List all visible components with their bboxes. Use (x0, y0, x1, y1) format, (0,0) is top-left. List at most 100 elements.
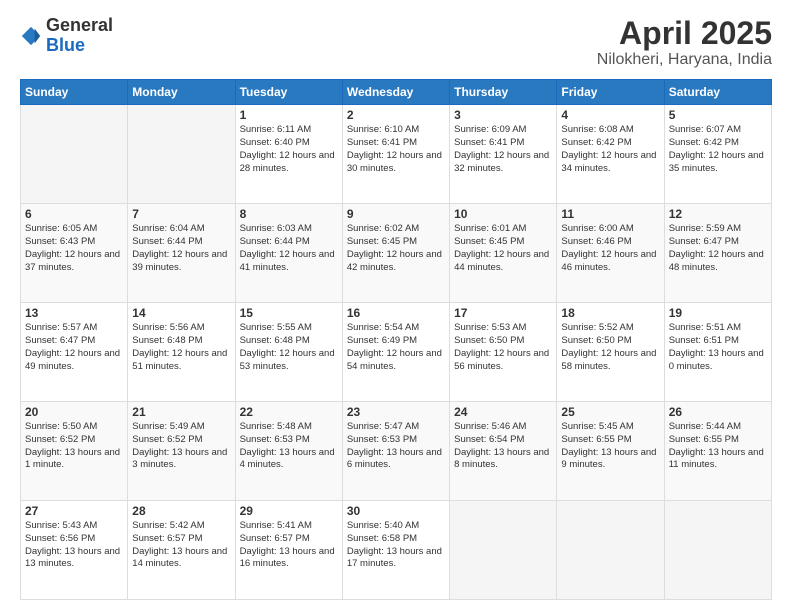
day-info: Sunrise: 6:11 AM Sunset: 6:40 PM Dayligh… (240, 124, 338, 175)
calendar-week-4: 20 Sunrise: 5:50 AM Sunset: 6:52 PM Dayli… (21, 402, 772, 501)
day-number: 11 (561, 207, 659, 221)
day-info: Sunrise: 5:54 AM Sunset: 6:49 PM Dayligh… (347, 322, 445, 373)
day-number: 9 (347, 207, 445, 221)
table-row: 15Sunrise: 5:55 AM Sunset: 6:48 PM Dayli… (235, 303, 342, 402)
day-info: Sunrise: 5:44 AM Sunset: 6:55 PM Dayligh… (669, 421, 767, 472)
table-row: 22 Sunrise: 5:48 AM Sunset: 6:53 PM Dayli… (235, 402, 342, 501)
calendar-header-row: Sunday Monday Tuesday Wednesday Thursday… (21, 80, 772, 105)
day-number: 15 (240, 306, 338, 320)
day-number: 30 (347, 504, 445, 518)
day-info: Sunrise: 6:00 AM Sunset: 6:46 PM Dayligh… (561, 223, 659, 274)
table-row: 25 Sunrise: 5:45 AM Sunset: 6:55 PM Dayli… (557, 402, 664, 501)
table-row: 7 Sunrise: 6:04 AM Sunset: 6:44 PM Daylig… (128, 204, 235, 303)
day-info: Sunrise: 5:47 AM Sunset: 6:53 PM Dayligh… (347, 421, 445, 472)
day-number: 4 (561, 108, 659, 122)
table-row (450, 501, 557, 600)
table-row: 20 Sunrise: 5:50 AM Sunset: 6:52 PM Dayli… (21, 402, 128, 501)
day-info: Sunrise: 6:04 AM Sunset: 6:44 PM Dayligh… (132, 223, 230, 274)
table-row: 29 Sunrise: 5:41 AM Sunset: 6:57 PM Dayli… (235, 501, 342, 600)
day-number: 12 (669, 207, 767, 221)
day-number: 27 (25, 504, 123, 518)
table-row: 11 Sunrise: 6:00 AM Sunset: 6:46 PM Dayli… (557, 204, 664, 303)
day-info: Sunrise: 5:40 AM Sunset: 6:58 PM Dayligh… (347, 520, 445, 571)
day-info: Sunrise: 5:42 AM Sunset: 6:57 PM Dayligh… (132, 520, 230, 571)
day-info: Sunrise: 5:57 AM Sunset: 6:47 PM Dayligh… (25, 322, 123, 373)
day-info: Sunrise: 5:41 AM Sunset: 6:57 PM Dayligh… (240, 520, 338, 571)
table-row (664, 501, 771, 600)
day-info: Sunrise: 5:49 AM Sunset: 6:52 PM Dayligh… (132, 421, 230, 472)
calendar-table: Sunday Monday Tuesday Wednesday Thursday… (20, 79, 772, 600)
logo-general-text: General (46, 15, 113, 35)
table-row: 14Sunrise: 5:56 AM Sunset: 6:48 PM Dayli… (128, 303, 235, 402)
day-number: 21 (132, 405, 230, 419)
table-row: 18 Sunrise: 5:52 AM Sunset: 6:50 PM Dayli… (557, 303, 664, 402)
table-row: 16 Sunrise: 5:54 AM Sunset: 6:49 PM Dayli… (342, 303, 449, 402)
day-info: Sunrise: 5:46 AM Sunset: 6:54 PM Dayligh… (454, 421, 552, 472)
day-number: 6 (25, 207, 123, 221)
day-info: Sunrise: 5:43 AM Sunset: 6:56 PM Dayligh… (25, 520, 123, 571)
day-number: 22 (240, 405, 338, 419)
day-number: 23 (347, 405, 445, 419)
day-info: Sunrise: 5:59 AM Sunset: 6:47 PM Dayligh… (669, 223, 767, 274)
table-row: 3 Sunrise: 6:09 AM Sunset: 6:41 PM Daylig… (450, 105, 557, 204)
day-info: Sunrise: 5:45 AM Sunset: 6:55 PM Dayligh… (561, 421, 659, 472)
table-row: 30 Sunrise: 5:40 AM Sunset: 6:58 PM Dayli… (342, 501, 449, 600)
day-number: 18 (561, 306, 659, 320)
table-row (128, 105, 235, 204)
table-row: 1 Sunrise: 6:11 AM Sunset: 6:40 PM Daylig… (235, 105, 342, 204)
logo-icon (20, 25, 42, 47)
day-number: 1 (240, 108, 338, 122)
day-number: 10 (454, 207, 552, 221)
table-row: 21 Sunrise: 5:49 AM Sunset: 6:52 PM Dayli… (128, 402, 235, 501)
table-row: 23 Sunrise: 5:47 AM Sunset: 6:53 PM Dayli… (342, 402, 449, 501)
day-info: Sunrise: 6:05 AM Sunset: 6:43 PM Dayligh… (25, 223, 123, 274)
title-block: April 2025 Nilokheri, Haryana, India (597, 16, 772, 69)
day-info: Sunrise: 5:52 AM Sunset: 6:50 PM Dayligh… (561, 322, 659, 373)
table-row: 4Sunrise: 6:08 AM Sunset: 6:42 PM Daylig… (557, 105, 664, 204)
col-thursday: Thursday (450, 80, 557, 105)
day-number: 16 (347, 306, 445, 320)
day-number: 24 (454, 405, 552, 419)
day-info: Sunrise: 5:48 AM Sunset: 6:53 PM Dayligh… (240, 421, 338, 472)
day-info: Sunrise: 6:03 AM Sunset: 6:44 PM Dayligh… (240, 223, 338, 274)
day-info: Sunrise: 6:10 AM Sunset: 6:41 PM Dayligh… (347, 124, 445, 175)
logo: General Blue (20, 16, 113, 56)
col-sunday: Sunday (21, 80, 128, 105)
table-row: 2 Sunrise: 6:10 AM Sunset: 6:41 PM Daylig… (342, 105, 449, 204)
table-row: 10Sunrise: 6:01 AM Sunset: 6:45 PM Dayli… (450, 204, 557, 303)
day-number: 28 (132, 504, 230, 518)
table-row: 13 Sunrise: 5:57 AM Sunset: 6:47 PM Dayli… (21, 303, 128, 402)
day-number: 3 (454, 108, 552, 122)
calendar-week-1: 1 Sunrise: 6:11 AM Sunset: 6:40 PM Daylig… (21, 105, 772, 204)
day-info: Sunrise: 5:53 AM Sunset: 6:50 PM Dayligh… (454, 322, 552, 373)
table-row: 9Sunrise: 6:02 AM Sunset: 6:45 PM Daylig… (342, 204, 449, 303)
day-number: 14 (132, 306, 230, 320)
day-number: 2 (347, 108, 445, 122)
table-row (557, 501, 664, 600)
page-subtitle: Nilokheri, Haryana, India (597, 51, 772, 69)
table-row: 28 Sunrise: 5:42 AM Sunset: 6:57 PM Dayli… (128, 501, 235, 600)
day-number: 26 (669, 405, 767, 419)
day-number: 20 (25, 405, 123, 419)
day-number: 29 (240, 504, 338, 518)
day-info: Sunrise: 5:51 AM Sunset: 6:51 PM Dayligh… (669, 322, 767, 373)
col-wednesday: Wednesday (342, 80, 449, 105)
table-row: 12 Sunrise: 5:59 AM Sunset: 6:47 PM Dayli… (664, 204, 771, 303)
table-row: 6 Sunrise: 6:05 AM Sunset: 6:43 PM Daylig… (21, 204, 128, 303)
col-monday: Monday (128, 80, 235, 105)
page-title: April 2025 (597, 16, 772, 51)
day-info: Sunrise: 6:09 AM Sunset: 6:41 PM Dayligh… (454, 124, 552, 175)
day-number: 13 (25, 306, 123, 320)
day-number: 17 (454, 306, 552, 320)
day-number: 7 (132, 207, 230, 221)
page: General Blue April 2025 Nilokheri, Harya… (0, 0, 792, 612)
table-row (21, 105, 128, 204)
col-friday: Friday (557, 80, 664, 105)
day-number: 25 (561, 405, 659, 419)
col-tuesday: Tuesday (235, 80, 342, 105)
header: General Blue April 2025 Nilokheri, Harya… (20, 16, 772, 69)
table-row: 26 Sunrise: 5:44 AM Sunset: 6:55 PM Dayli… (664, 402, 771, 501)
calendar-week-3: 13 Sunrise: 5:57 AM Sunset: 6:47 PM Dayli… (21, 303, 772, 402)
day-info: Sunrise: 5:50 AM Sunset: 6:52 PM Dayligh… (25, 421, 123, 472)
table-row: 27 Sunrise: 5:43 AM Sunset: 6:56 PM Dayli… (21, 501, 128, 600)
